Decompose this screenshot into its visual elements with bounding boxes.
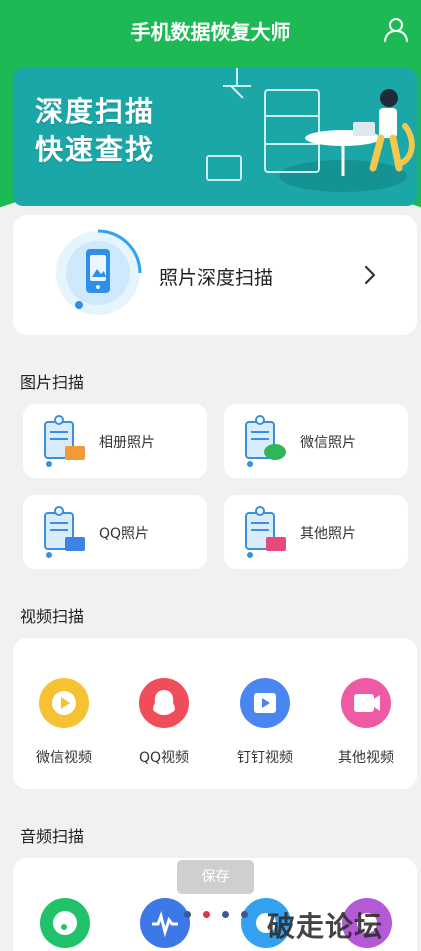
other-photo-card[interactable]: 其他照片 bbox=[224, 495, 408, 569]
wechat-photo-card[interactable]: 微信照片 bbox=[224, 404, 408, 478]
promo-banner[interactable]: 深度扫描 快速查找 bbox=[13, 68, 417, 206]
qq-video-icon bbox=[139, 678, 189, 728]
top-bar: 手机数据恢复大师 bbox=[0, 0, 421, 60]
video-scan-panel: 微信视频 QQ视频 钉钉视频 其他视频 bbox=[13, 638, 417, 789]
wechat-video-icon bbox=[39, 678, 89, 728]
app-title: 手机数据恢复大师 bbox=[130, 20, 291, 44]
banner-illustration bbox=[206, 68, 415, 192]
voice-audio-icon[interactable] bbox=[140, 898, 190, 948]
other-photo-label: 其他照片 bbox=[300, 526, 356, 542]
wechat-video-item[interactable]: 微信视频 bbox=[19, 678, 109, 767]
qq-video-item[interactable]: QQ视频 bbox=[119, 678, 209, 767]
page-dot bbox=[184, 911, 191, 918]
phone-scan-icon bbox=[56, 229, 142, 315]
wechat-photo-label: 微信照片 bbox=[300, 435, 356, 451]
dingtalk-video-icon bbox=[240, 678, 290, 728]
other-video-icon bbox=[341, 678, 391, 728]
other-photo-icon bbox=[245, 506, 286, 558]
photo-deep-scan-card[interactable]: 照片深度扫描 bbox=[13, 215, 417, 335]
wechat-video-label: 微信视频 bbox=[36, 750, 92, 766]
album-photo-icon bbox=[44, 415, 85, 467]
music-audio-icon[interactable] bbox=[40, 898, 90, 948]
watermark: 破走论坛 bbox=[267, 910, 384, 943]
chevron-right-icon bbox=[364, 265, 376, 285]
banner-line-1: 深度扫描 bbox=[35, 95, 156, 128]
video-scan-title: 视频扫描 bbox=[20, 607, 85, 626]
wechat-photo-icon bbox=[245, 415, 286, 467]
qq-video-label: QQ视频 bbox=[138, 750, 190, 766]
other-video-item[interactable]: 其他视频 bbox=[321, 678, 411, 767]
banner-line-2: 快速查找 bbox=[35, 133, 156, 166]
photo-deep-scan-label: 照片深度扫描 bbox=[159, 267, 274, 289]
album-photo-label: 相册照片 bbox=[99, 435, 155, 451]
page-dot bbox=[241, 911, 248, 918]
page-dot bbox=[203, 911, 210, 918]
dingtalk-video-label: 钉钉视频 bbox=[237, 750, 293, 766]
album-photo-card[interactable]: 相册照片 bbox=[23, 404, 207, 478]
other-video-label: 其他视频 bbox=[338, 750, 394, 766]
qq-photo-label: QQ照片 bbox=[99, 526, 150, 542]
user-icon[interactable] bbox=[383, 16, 409, 42]
image-scan-title: 图片扫描 bbox=[20, 373, 85, 392]
qq-photo-card[interactable]: QQ照片 bbox=[23, 495, 207, 569]
audio-scan-title: 音频扫描 bbox=[20, 827, 85, 846]
page-indicator bbox=[184, 911, 254, 919]
page-dot bbox=[222, 911, 229, 918]
save-toast: 保存 bbox=[177, 860, 254, 894]
dingtalk-video-item[interactable]: 钉钉视频 bbox=[220, 678, 310, 767]
qq-photo-icon bbox=[44, 506, 85, 558]
